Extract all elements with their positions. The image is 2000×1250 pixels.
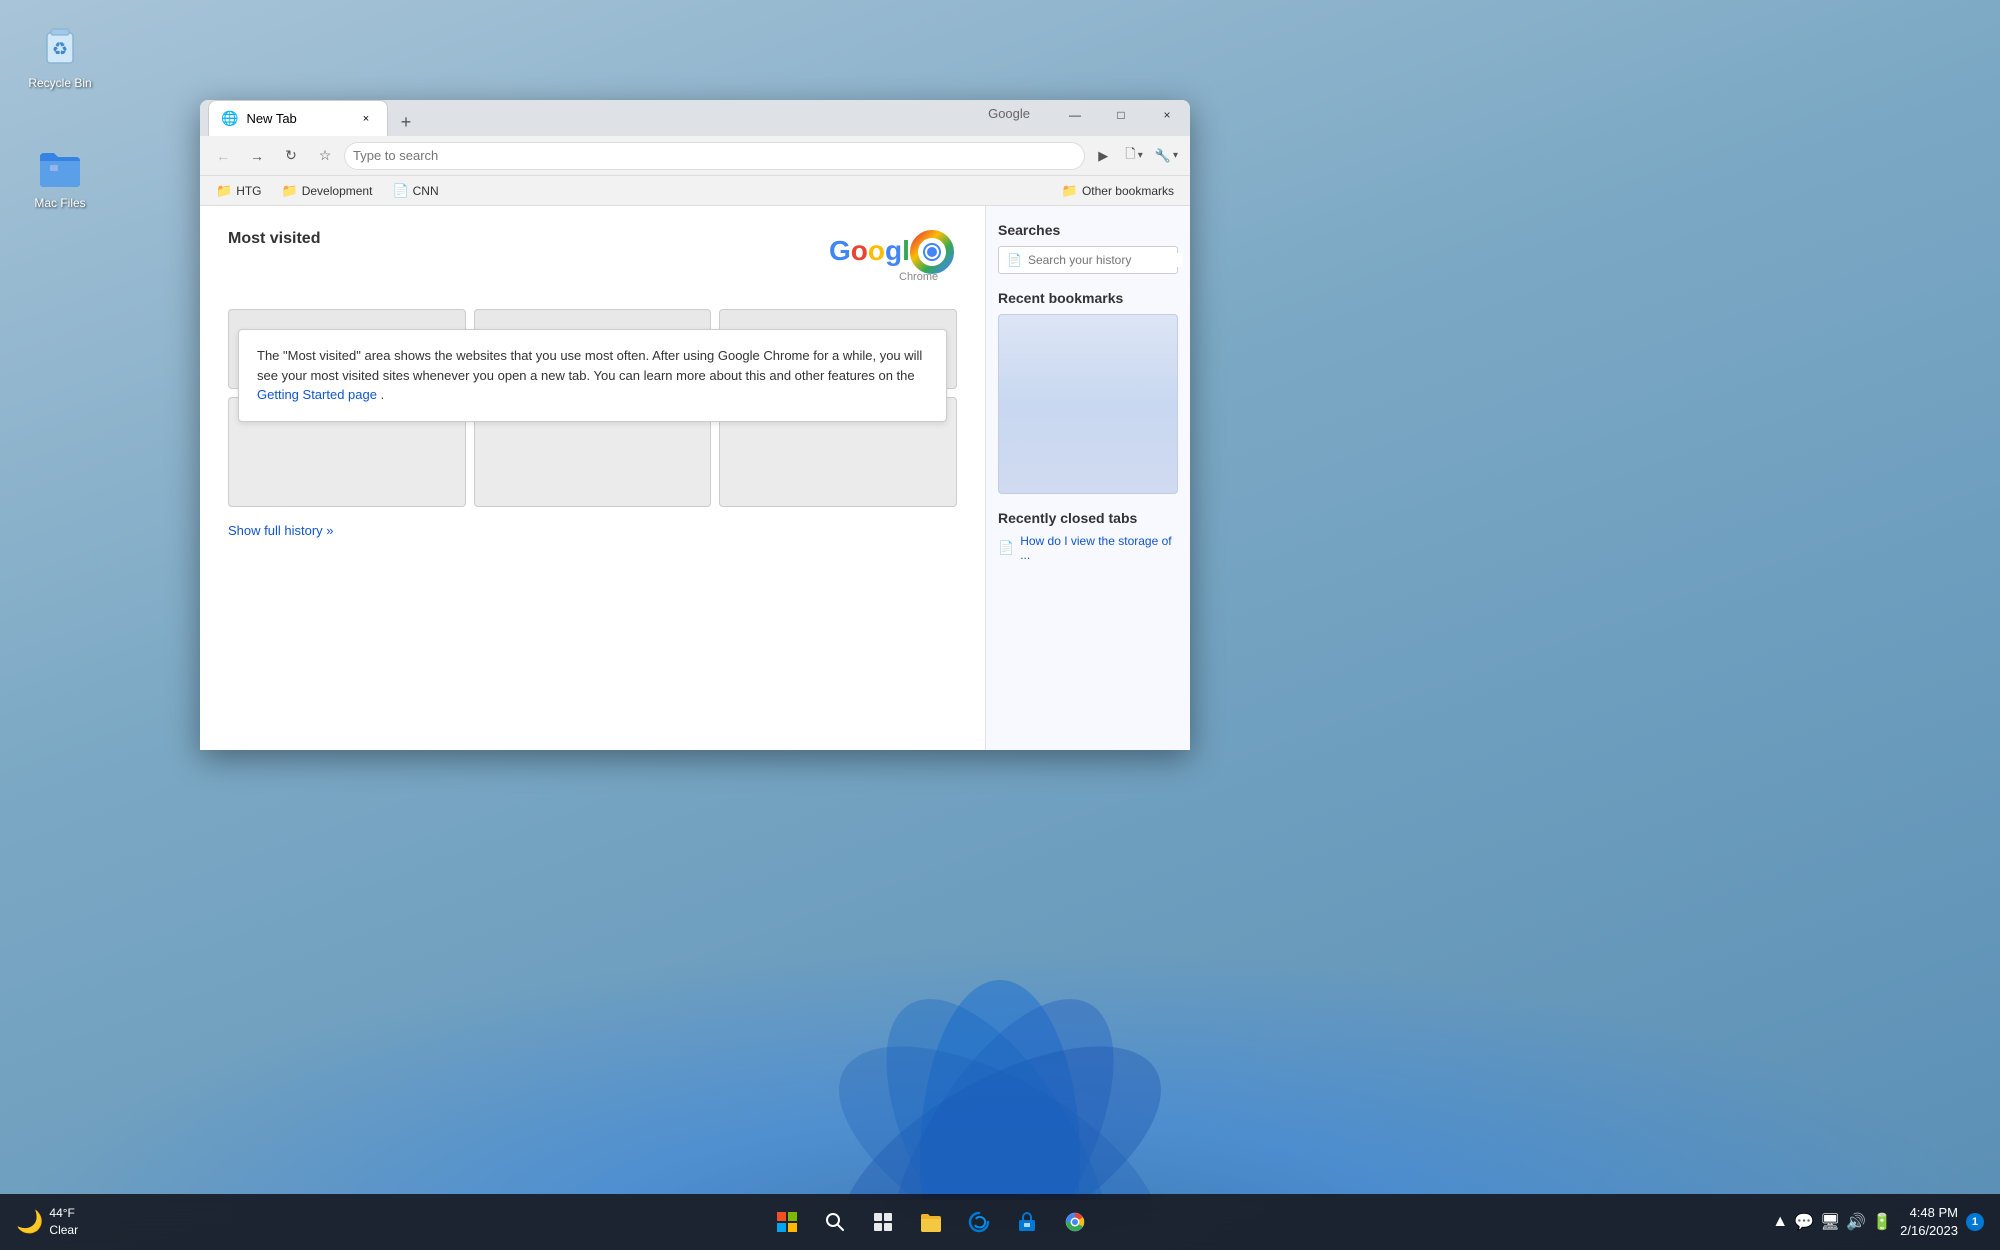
address-input[interactable]	[353, 148, 1076, 163]
minimize-button[interactable]: —	[1052, 100, 1098, 130]
right-sidebar: Searches 📄 Recent bookmarks Recently clo…	[985, 206, 1190, 750]
recent-bookmarks-section: Recent bookmarks	[998, 290, 1178, 494]
other-bookmarks-label: Other bookmarks	[1082, 184, 1174, 198]
chrome-logo-area: Google	[827, 222, 957, 297]
current-time: 4:48 PM	[1900, 1204, 1958, 1222]
show-history-link[interactable]: Show full history »	[228, 523, 334, 538]
svg-text:♻: ♻	[52, 39, 68, 59]
refresh-button[interactable]: ↻	[276, 141, 306, 171]
searches-section: Searches 📄	[998, 222, 1178, 274]
nav-bar: ← → ↻ ☆ ▶ 🗋 ▾ 🔧 ▾	[200, 136, 1190, 176]
go-button[interactable]: ▶	[1089, 142, 1117, 170]
taskbar-clock[interactable]: 4:48 PM 2/16/2023	[1900, 1204, 1958, 1240]
htg-label: HTG	[236, 184, 261, 198]
bookmark-button[interactable]: ☆	[310, 141, 340, 171]
maximize-button[interactable]: □	[1098, 100, 1144, 130]
section-most-visited: Most visited	[228, 230, 320, 260]
new-page-button[interactable]: 🗋 ▾	[1121, 142, 1146, 170]
htg-folder-icon: 📁	[216, 183, 232, 199]
browser-tab[interactable]: 🌐 New Tab ×	[208, 100, 388, 136]
start-button[interactable]	[765, 1200, 809, 1244]
recent-bookmarks-title: Recent bookmarks	[998, 290, 1178, 306]
cnn-page-icon: 📄	[392, 183, 408, 199]
chrome-taskbar-button[interactable]	[1053, 1200, 1097, 1244]
window-controls: — □ ×	[1052, 100, 1190, 130]
most-visited-title: Most visited	[228, 230, 320, 248]
browser-content: Most visited Google	[200, 206, 1190, 750]
development-label: Development	[302, 184, 373, 198]
store-button[interactable]	[1005, 1200, 1049, 1244]
bookmarks-bar: 📁 HTG 📁 Development 📄 CNN 📁 Other bookma…	[200, 176, 1190, 206]
closed-tab-label: How do I view the storage of ...	[1020, 534, 1178, 562]
volume-icon[interactable]: 🔊	[1846, 1212, 1866, 1232]
new-tab-button[interactable]: +	[392, 108, 420, 136]
thumbnail-grid-top: The "Most visited" area shows the websit…	[228, 309, 957, 389]
development-folder-icon: 📁	[282, 183, 298, 199]
chevron-up-icon[interactable]: ▲	[1772, 1213, 1788, 1231]
cnn-label: CNN	[413, 184, 439, 198]
recently-closed-title: Recently closed tabs	[998, 510, 1178, 526]
address-bar-container[interactable]	[344, 142, 1085, 170]
chat-icon[interactable]: 💬	[1794, 1212, 1814, 1232]
recycle-bin-icon: ♻	[36, 24, 84, 72]
mac-files-icon	[36, 144, 84, 192]
search-history-box[interactable]: 📄	[998, 246, 1178, 274]
main-content-area: Most visited Google	[200, 206, 985, 750]
taskbar-right: ▲ 💬 🖥 🔊 🔋 4:48 PM 2/16/2023 1	[1772, 1204, 1984, 1240]
file-explorer-button[interactable]	[909, 1200, 953, 1244]
tooltip-suffix: .	[381, 387, 385, 402]
search-taskbar-button[interactable]	[813, 1200, 857, 1244]
tooltip-text: The "Most visited" area shows the websit…	[257, 348, 922, 383]
mac-files-label: Mac Files	[34, 196, 85, 210]
bookmark-htg[interactable]: 📁 HTG	[208, 180, 270, 202]
tab-favicon: 🌐	[221, 110, 238, 127]
search-history-doc-icon: 📄	[1007, 253, 1022, 267]
current-date: 2/16/2023	[1900, 1222, 1958, 1240]
bookmark-development[interactable]: 📁 Development	[274, 180, 381, 202]
taskbar: 🌙 44°F Clear	[0, 1194, 2000, 1250]
getting-started-link[interactable]: Getting Started page	[257, 387, 377, 402]
svg-text:Chrome: Chrome	[899, 271, 938, 283]
tab-label: New Tab	[246, 111, 296, 126]
bookmark-cnn[interactable]: 📄 CNN	[384, 180, 446, 202]
other-bookmarks-folder-icon: 📁	[1062, 183, 1078, 199]
taskbar-center	[765, 1200, 1097, 1244]
settings-button[interactable]: 🔧 ▾	[1151, 142, 1182, 170]
temperature: 44°F	[49, 1205, 78, 1222]
title-bar: 🌐 New Tab × + Google — □ ×	[200, 100, 1190, 136]
recently-closed-section: Recently closed tabs 📄 How do I view the…	[998, 510, 1178, 562]
back-button[interactable]: ←	[208, 141, 238, 171]
closed-tab-item[interactable]: 📄 How do I view the storage of ...	[998, 534, 1178, 562]
browser-title-label: Google	[988, 106, 1030, 121]
recent-bookmarks-area	[998, 314, 1178, 494]
desktop-icon-recycle-bin[interactable]: ♻ Recycle Bin	[20, 20, 100, 94]
battery-icon[interactable]: 🔋	[1872, 1212, 1892, 1232]
closed-tab-icon: 📄	[998, 540, 1014, 556]
searches-title: Searches	[998, 222, 1178, 238]
forward-button[interactable]: →	[242, 141, 272, 171]
notification-badge[interactable]: 1	[1966, 1213, 1984, 1231]
most-visited-tooltip: The "Most visited" area shows the websit…	[238, 329, 947, 422]
recycle-bin-label: Recycle Bin	[28, 76, 91, 90]
weather-condition: Clear	[49, 1222, 78, 1239]
tab-close-btn[interactable]: ×	[357, 110, 375, 128]
desktop-icon-mac-files[interactable]: Mac Files	[20, 140, 100, 214]
close-button[interactable]: ×	[1144, 100, 1190, 130]
weather-icon: 🌙	[16, 1209, 43, 1235]
browser-window: 🌐 New Tab × + Google — □ × ← → ↻ ☆ ▶ 🗋 ▾…	[200, 100, 1190, 750]
display-icon[interactable]: 🖥	[1820, 1212, 1840, 1232]
system-tray[interactable]: ▲ 💬 🖥 🔊 🔋	[1772, 1212, 1892, 1232]
weather-widget[interactable]: 🌙 44°F Clear	[16, 1205, 78, 1239]
other-bookmarks[interactable]: 📁 Other bookmarks	[1054, 180, 1182, 202]
task-view-button[interactable]	[861, 1200, 905, 1244]
edge-browser-button[interactable]	[957, 1200, 1001, 1244]
search-history-input[interactable]	[1028, 253, 1183, 267]
